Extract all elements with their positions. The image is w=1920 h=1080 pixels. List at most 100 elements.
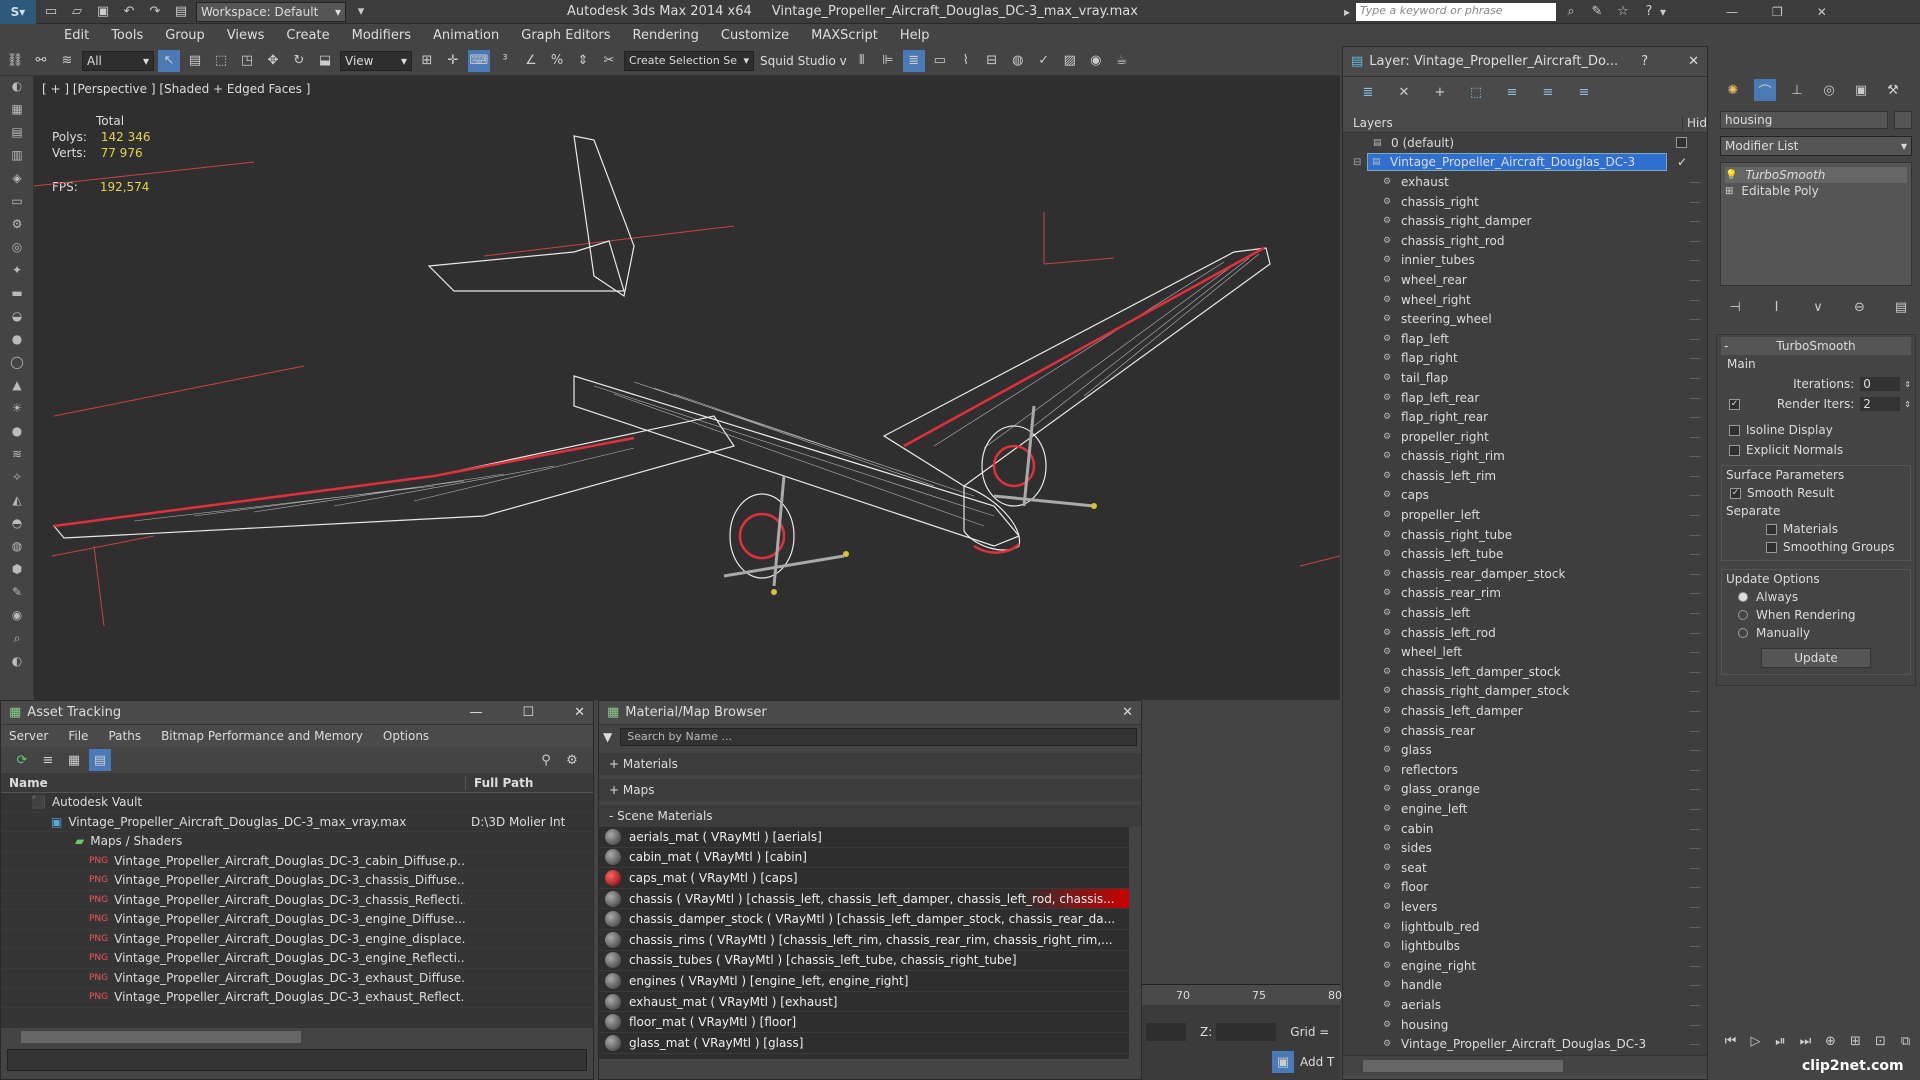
edit-named-selection-icon[interactable]: ✂	[598, 50, 620, 72]
tool-icon[interactable]: ✦	[7, 263, 27, 283]
spinner-snap-icon[interactable]: ⇕	[572, 50, 594, 72]
hide-toggle[interactable]: —	[1689, 939, 1701, 953]
select-by-name-icon[interactable]: ▤	[184, 50, 206, 72]
hide-toggle[interactable]: —	[1689, 763, 1701, 777]
hide-toggle[interactable]: —	[1689, 900, 1701, 914]
workspace-dropdown[interactable]: Workspace: Default ▾	[196, 1, 346, 22]
align-icon[interactable]: ⊫	[877, 50, 899, 72]
make-unique-icon[interactable]: ∨	[1807, 296, 1829, 318]
timeline-ruler[interactable]: 70 75 80	[1142, 985, 1342, 1005]
save-icon[interactable]: ▣	[92, 1, 114, 23]
add-time-tag[interactable]: Add T	[1300, 1055, 1334, 1069]
tool-icon[interactable]: ▤	[7, 125, 27, 145]
hide-toggle[interactable]: —	[1689, 332, 1701, 346]
hide-toggle[interactable]: —	[1689, 861, 1701, 875]
stack-turbosmooth[interactable]: 💡 TurboSmooth	[1725, 167, 1907, 183]
asset-map-row[interactable]: PNG Vintage_Propeller_Aircraft_Douglas_DC…	[1, 891, 593, 910]
stack-editable-poly[interactable]: ⊞ Editable Poly	[1725, 183, 1907, 199]
unlink-icon[interactable]: ⚯	[30, 50, 52, 72]
layer-object-item[interactable]: ⚙ chassis_right —	[1343, 192, 1707, 212]
scene-material-item[interactable]: chassis ( VRayMtl ) [chassis_left, chass…	[599, 888, 1129, 910]
layer-object-item[interactable]: ⚙ steering_wheel —	[1343, 309, 1707, 329]
tool-icon[interactable]: ◭	[7, 493, 27, 513]
layer-object-item[interactable]: ⚙ wheel_left —	[1343, 642, 1707, 662]
tool-icon[interactable]: ⚙	[7, 217, 27, 237]
layer-root[interactable]: ⊟ ▤ Vintage_Propeller_Aircraft_Douglas_DC-…	[1343, 153, 1707, 173]
render-production-icon[interactable]: ◉	[1085, 50, 1107, 72]
hide-toggle[interactable]: —	[1689, 998, 1701, 1012]
hide-toggle[interactable]: —	[1689, 1018, 1701, 1032]
hide-toggle[interactable]: —	[1689, 802, 1701, 816]
hide-toggle[interactable]: —	[1689, 488, 1701, 502]
object-color-swatch[interactable]	[1894, 111, 1912, 129]
play-icon[interactable]: ▷	[1745, 1030, 1766, 1052]
undo-icon[interactable]: ↶	[118, 1, 140, 23]
layer-object-item[interactable]: ⚙ handle —	[1343, 976, 1707, 996]
new-layer-icon[interactable]: ≣	[1357, 81, 1379, 103]
restore-icon[interactable]: ❐	[1772, 5, 1783, 19]
tool-icon[interactable]: ◐	[7, 79, 27, 99]
render-iters-checkbox[interactable]: ✓	[1729, 398, 1740, 410]
z-field[interactable]	[1216, 1023, 1277, 1041]
layer-object-item[interactable]: ⚙ chassis_left —	[1343, 603, 1707, 623]
layer-object-item[interactable]: ⚙ wheel_right —	[1343, 290, 1707, 310]
goto-end-icon[interactable]: ⏭	[1795, 1030, 1816, 1052]
layer-manager-icon[interactable]: ≣	[902, 49, 925, 72]
new-file-icon[interactable]: ▭	[40, 1, 62, 23]
app-logo-icon[interactable]: S▾	[0, 0, 36, 24]
snap-3d-icon[interactable]: ³	[494, 50, 516, 72]
hide-toggle[interactable]: —	[1689, 704, 1701, 718]
select-layer-icon[interactable]: ≡	[1501, 81, 1523, 103]
tool-icon[interactable]: ▥	[7, 148, 27, 168]
update-button[interactable]: Update	[1761, 648, 1871, 668]
layer-object-item[interactable]: ⚙ exhaust —	[1343, 172, 1707, 192]
layer-object-item[interactable]: ⚙ aerials —	[1343, 995, 1707, 1015]
hide-toggle[interactable]: —	[1689, 371, 1701, 385]
layer-object-item[interactable]: ⚙ chassis_left_damper —	[1343, 701, 1707, 721]
rendered-frame-icon[interactable]: ▨	[1059, 50, 1081, 72]
menu-maxscript[interactable]: MAXScript	[811, 28, 878, 43]
select-manipulate-icon[interactable]: ✛	[442, 50, 464, 72]
show-end-result-icon[interactable]: I	[1766, 296, 1788, 318]
layer-hscrollbar[interactable]	[1343, 1055, 1707, 1075]
bind-space-warp-icon[interactable]: ≋	[56, 50, 78, 72]
asset-menu-paths[interactable]: Paths	[108, 729, 141, 743]
expand-icon[interactable]: ⊞	[1725, 186, 1733, 197]
layer-object-item[interactable]: ⚙ floor —	[1343, 878, 1707, 898]
project-folder-icon[interactable]: ▤	[170, 1, 192, 23]
isoline-checkbox[interactable]	[1729, 424, 1740, 436]
selection-filter-dropdown[interactable]: All ▾	[82, 50, 154, 71]
layer-object-item[interactable]: ⚙ chassis_right_rim —	[1343, 447, 1707, 467]
tool-icon[interactable]: ⬢	[7, 562, 27, 582]
star-icon[interactable]: ☆	[1612, 1, 1634, 23]
tools-icon[interactable]: ✎	[1586, 1, 1608, 23]
scene-material-item[interactable]: cabin_mat ( VRayMtl ) [cabin]	[599, 848, 1129, 869]
hide-toggle[interactable]: —	[1689, 782, 1701, 796]
material-search-input[interactable]: Search by Name ...	[620, 728, 1137, 746]
collapse-icon[interactable]: ⊟	[1353, 157, 1367, 168]
scene-material-item[interactable]: chassis_rims ( VRayMtl ) [chassis_left_r…	[599, 930, 1129, 951]
hide-toggle[interactable]: —	[1689, 920, 1701, 934]
hide-toggle[interactable]: —	[1689, 273, 1701, 287]
col-name[interactable]: Name	[1, 776, 465, 790]
menu-views[interactable]: Views	[227, 28, 265, 43]
hide-toggle[interactable]: —	[1689, 841, 1701, 855]
manually-radio[interactable]	[1738, 628, 1748, 638]
materials-group[interactable]: + Materials	[599, 753, 1141, 775]
tool-icon[interactable]: ▬	[7, 286, 27, 306]
layer-object-item[interactable]: ⚙ chassis_rear —	[1343, 721, 1707, 741]
minimize-icon[interactable]: —	[1726, 5, 1738, 19]
when-rendering-row[interactable]: When Rendering	[1738, 608, 1906, 622]
zoom-extents-icon[interactable]: ⊞	[1845, 1030, 1866, 1052]
menu-modifiers[interactable]: Modifiers	[352, 28, 411, 43]
always-row[interactable]: Always	[1738, 590, 1906, 604]
hide-toggle[interactable]: —	[1689, 528, 1701, 542]
hide-toggle[interactable]: —	[1689, 351, 1701, 365]
search-input[interactable]: Type a keyword or phrase	[1355, 2, 1556, 21]
layer-object-item[interactable]: ⚙ propeller_right —	[1343, 427, 1707, 447]
layer-object-item[interactable]: ⚙ flap_right_rear —	[1343, 407, 1707, 427]
tool-icon[interactable]: ●	[7, 424, 27, 444]
asset-map-row[interactable]: PNG Vintage_Propeller_Aircraft_Douglas_DC…	[1, 852, 593, 871]
scene-material-item[interactable]: exhaust_mat ( VRayMtl ) [exhaust]	[599, 992, 1129, 1013]
tool-icon[interactable]: ⌕	[7, 631, 27, 651]
